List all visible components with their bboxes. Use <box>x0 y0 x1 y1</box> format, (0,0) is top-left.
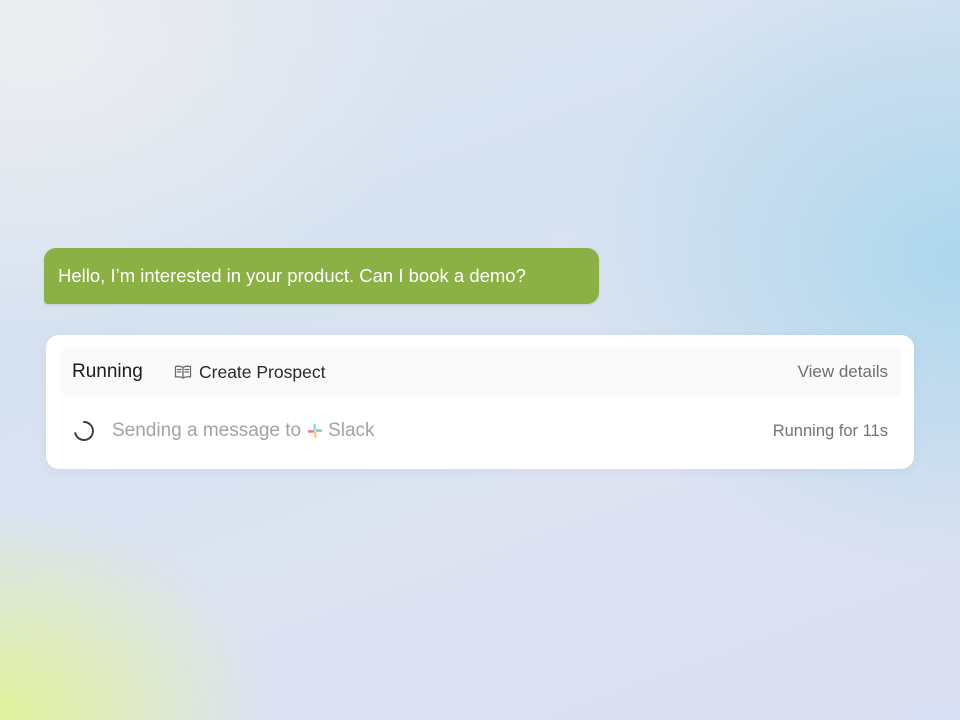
run-status-label: Running <box>72 361 143 382</box>
user-message-bubble: Hello, I’m interested in your product. C… <box>44 248 599 304</box>
task-row: Sending a message to Slack Running for 1… <box>60 408 901 454</box>
view-details-link[interactable]: View details <box>798 348 888 396</box>
spinner-icon <box>73 420 95 442</box>
task-prefix: Sending a message to <box>112 420 302 441</box>
user-message-text: Hello, I’m interested in your product. C… <box>58 265 526 286</box>
book-open-icon <box>174 365 192 379</box>
elapsed-time: Running for 11s <box>772 422 888 440</box>
slack-icon <box>307 423 323 439</box>
integration-name: Slack <box>328 420 375 441</box>
flow-chip: Create Prospect <box>174 348 325 396</box>
flow-name: Create Prospect <box>199 362 326 382</box>
workflow-run-card: Running Create Prospect View details Sen… <box>46 335 914 469</box>
run-card-header: Running Create Prospect View details <box>60 348 901 396</box>
task-description: Sending a message to Slack <box>112 408 375 454</box>
